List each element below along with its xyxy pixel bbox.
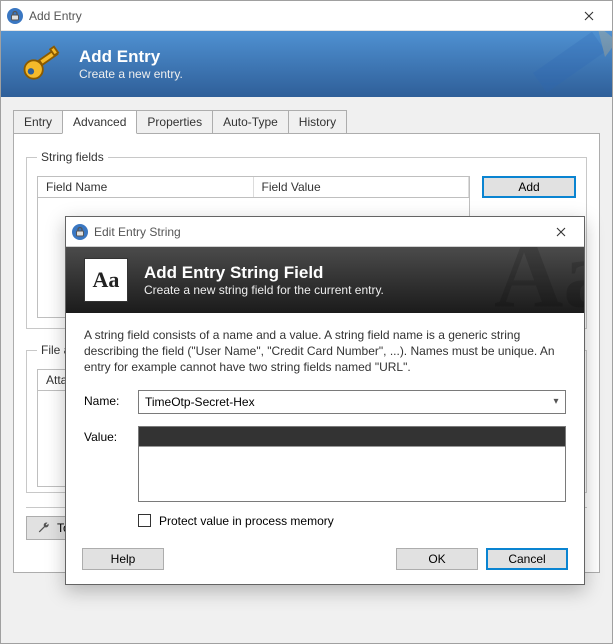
modal-body: A string field consists of a name and a … bbox=[66, 313, 584, 538]
key-icon bbox=[19, 42, 63, 86]
window-banner: Add Entry Create a new entry. bbox=[1, 31, 612, 97]
name-value: TimeOtp-Secret-Hex bbox=[139, 395, 547, 409]
window-title: Add Entry bbox=[29, 9, 566, 23]
lock-icon bbox=[7, 8, 23, 24]
text-icon: Aa bbox=[494, 247, 584, 313]
modal-banner-title: Add Entry String Field bbox=[144, 263, 384, 283]
wrench-icon bbox=[37, 521, 51, 535]
text-icon: Aa bbox=[84, 258, 128, 302]
name-combobox[interactable]: TimeOtp-Secret-Hex ▾ bbox=[138, 390, 566, 414]
modal-footer: Help OK Cancel bbox=[66, 538, 584, 584]
protect-label: Protect value in process memory bbox=[159, 514, 334, 528]
string-fields-header: Field Name Field Value bbox=[37, 176, 470, 198]
value-area bbox=[139, 447, 565, 501]
modal-description: A string field consists of a name and a … bbox=[84, 327, 566, 376]
tab-strip: Entry Advanced Properties Auto-Type Hist… bbox=[13, 109, 600, 133]
protect-checkbox[interactable] bbox=[138, 514, 151, 527]
tab-autotype[interactable]: Auto-Type bbox=[212, 110, 289, 133]
modal-banner-subtitle: Create a new string field for the curren… bbox=[144, 283, 384, 297]
edit-entry-string-dialog: Edit Entry String Aa Add Entry String Fi… bbox=[65, 216, 585, 585]
value-field[interactable] bbox=[138, 426, 566, 502]
banner-subtitle: Create a new entry. bbox=[79, 67, 183, 81]
modal-titlebar: Edit Entry String bbox=[66, 217, 584, 247]
tab-properties[interactable]: Properties bbox=[136, 110, 213, 133]
col-field-value[interactable]: Field Value bbox=[254, 177, 470, 197]
lock-icon bbox=[72, 224, 88, 240]
cancel-button[interactable]: Cancel bbox=[486, 548, 568, 570]
tab-history[interactable]: History bbox=[288, 110, 347, 133]
chevron-down-icon[interactable]: ▾ bbox=[547, 396, 565, 407]
tab-entry[interactable]: Entry bbox=[13, 110, 63, 133]
ok-button[interactable]: OK bbox=[396, 548, 478, 570]
banner-title: Add Entry bbox=[79, 47, 183, 67]
string-fields-legend: String fields bbox=[37, 150, 108, 164]
add-string-field-button[interactable]: Add bbox=[482, 176, 576, 198]
modal-title: Edit Entry String bbox=[94, 225, 538, 239]
value-masked bbox=[139, 427, 565, 447]
modal-close-button[interactable] bbox=[538, 217, 584, 247]
help-button[interactable]: Help bbox=[82, 548, 164, 570]
pencil-icon bbox=[513, 31, 612, 97]
window-titlebar: Add Entry bbox=[1, 1, 612, 31]
name-label: Name: bbox=[84, 390, 138, 408]
window-close-button[interactable] bbox=[566, 1, 612, 31]
tab-advanced[interactable]: Advanced bbox=[62, 110, 137, 134]
modal-banner: Aa Add Entry String Field Create a new s… bbox=[66, 247, 584, 313]
value-label: Value: bbox=[84, 426, 138, 444]
col-field-name[interactable]: Field Name bbox=[38, 177, 254, 197]
